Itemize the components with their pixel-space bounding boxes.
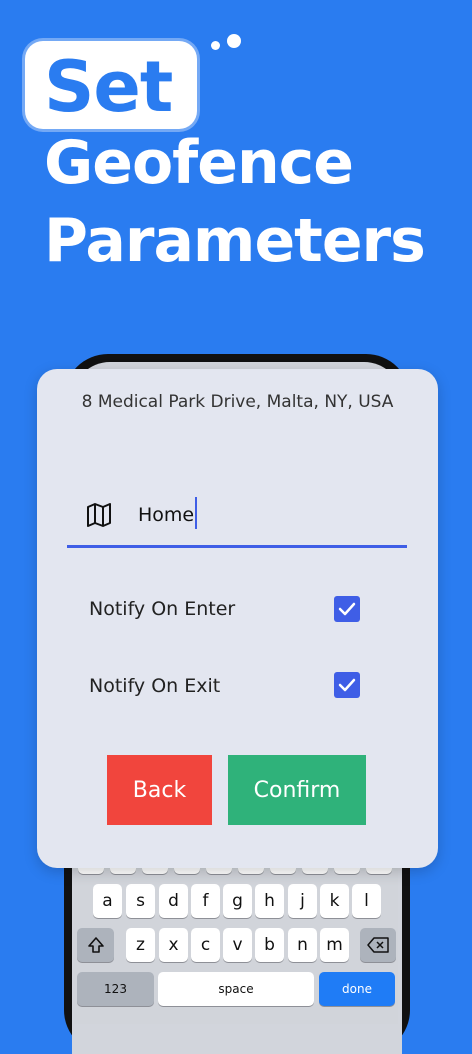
checkmark-icon: [338, 678, 356, 692]
decor-dot-small: [211, 41, 220, 50]
backspace-key[interactable]: [360, 928, 396, 962]
key-c[interactable]: c: [191, 928, 220, 962]
confirm-button[interactable]: Confirm: [228, 755, 366, 825]
key-l[interactable]: l: [352, 884, 381, 918]
key-k[interactable]: k: [320, 884, 349, 918]
key-g[interactable]: g: [223, 884, 252, 918]
address-text: 8 Medical Park Drive, Malta, NY, USA: [81, 392, 394, 412]
done-key[interactable]: done: [319, 972, 395, 1006]
shift-icon: [87, 937, 104, 953]
geofence-dialog: 8 Medical Park Drive, Malta, NY, USA Hom…: [37, 369, 438, 868]
headline-line-2: Geofence: [44, 128, 354, 198]
numbers-key[interactable]: 123: [77, 972, 154, 1006]
text-caret: [195, 497, 198, 529]
key-z[interactable]: z: [126, 928, 155, 962]
key-m[interactable]: m: [320, 928, 349, 962]
key-v[interactable]: v: [223, 928, 252, 962]
key-a[interactable]: a: [93, 884, 122, 918]
checkmark-icon: [338, 602, 356, 616]
key-x[interactable]: x: [159, 928, 188, 962]
shift-key[interactable]: [77, 928, 114, 962]
notify-enter-checkbox[interactable]: [334, 596, 360, 622]
headline-word-set: Set: [44, 46, 173, 128]
keyboard: a s d f g h j k l z x c v b n m 123 spac…: [74, 848, 398, 1024]
name-input-underline: [67, 545, 407, 548]
backspace-icon: [367, 937, 389, 953]
space-key[interactable]: space: [158, 972, 314, 1006]
key-j[interactable]: j: [288, 884, 317, 918]
key-s[interactable]: s: [126, 884, 155, 918]
key-h[interactable]: h: [255, 884, 284, 918]
map-icon: [87, 503, 111, 527]
geofence-name-value: Home: [138, 504, 195, 526]
key-n[interactable]: n: [288, 928, 317, 962]
key-b[interactable]: b: [255, 928, 284, 962]
key-f[interactable]: f: [191, 884, 220, 918]
headline-line-3: Parameters: [44, 206, 426, 276]
notify-exit-label: Notify On Exit: [89, 675, 221, 697]
notify-exit-checkbox[interactable]: [334, 672, 360, 698]
key-d[interactable]: d: [159, 884, 188, 918]
geofence-name-input[interactable]: Home: [138, 497, 198, 529]
decor-dot-large: [227, 34, 241, 48]
notify-enter-label: Notify On Enter: [89, 598, 236, 620]
back-button[interactable]: Back: [107, 755, 212, 825]
